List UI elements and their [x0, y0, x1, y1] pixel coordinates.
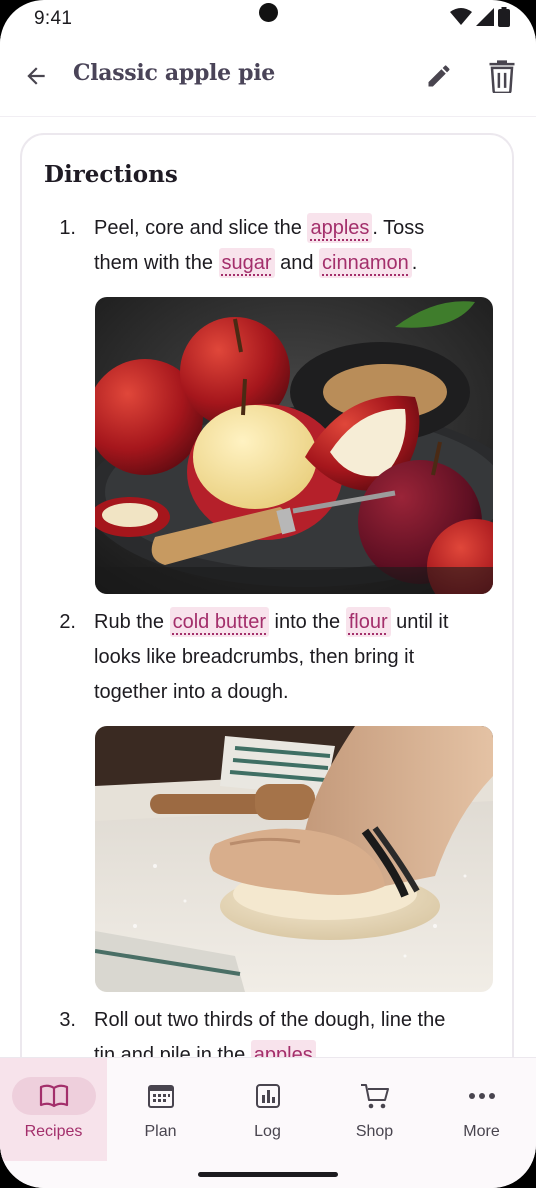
- step-number: 1.: [59, 217, 76, 239]
- book-icon: [39, 1084, 68, 1108]
- ingredient-link-flour[interactable]: flour: [345, 607, 391, 637]
- back-button[interactable]: [14, 54, 58, 98]
- arrow-back-icon: [27, 67, 45, 85]
- status-time: 9:41: [34, 8, 73, 29]
- battery-icon: [498, 7, 510, 27]
- app-bar-divider: [0, 116, 536, 117]
- nav-item-more[interactable]: More: [428, 1058, 535, 1161]
- step-line: Roll out two thirds of the dough, line t…: [94, 1003, 445, 1038]
- cart-icon: [360, 1084, 389, 1109]
- nav-item-shop[interactable]: Shop: [321, 1058, 428, 1161]
- step-text: looks like breadcrumbs, then bring it: [94, 646, 415, 668]
- more-icon: [468, 1093, 495, 1099]
- step-line: together into a dough.: [94, 675, 289, 710]
- step-text: together into a dough.: [94, 681, 289, 703]
- nav-label: Shop: [355, 1123, 394, 1140]
- nav-indicator: [333, 1077, 417, 1115]
- nav-label: Log: [254, 1123, 281, 1140]
- dough-photo: [95, 726, 493, 992]
- nav-item-plan[interactable]: Plan: [107, 1058, 214, 1161]
- calendar-icon: [147, 1085, 174, 1108]
- ingredient-link-sugar[interactable]: sugar: [218, 248, 275, 278]
- home-indicator[interactable]: [198, 1172, 338, 1177]
- step-text: and: [274, 252, 320, 274]
- step-text: .: [411, 252, 418, 274]
- nav-indicator: [440, 1077, 524, 1115]
- step-text: Peel, core and slice the: [94, 217, 308, 239]
- trash-icon: [489, 60, 515, 93]
- app-bar: Classic apple pie: [0, 36, 536, 116]
- delete-button[interactable]: [480, 54, 524, 98]
- nav-item-log[interactable]: Log: [214, 1058, 321, 1161]
- camera-cutout: [259, 3, 278, 22]
- status-bar: 9:41: [0, 0, 536, 36]
- edit-button[interactable]: [417, 54, 461, 98]
- step-text: them with the: [94, 252, 219, 274]
- chart-icon: [255, 1084, 280, 1108]
- step-text: Roll out two thirds of the dough, line t…: [94, 1009, 446, 1031]
- step-text: . Toss: [372, 217, 425, 239]
- nav-indicator: [119, 1077, 203, 1115]
- signal-icon: [476, 8, 494, 26]
- nav-label: Plan: [144, 1123, 177, 1140]
- directions-card: Directions 1. Peel, core and slice the a…: [20, 133, 514, 1093]
- wifi-icon: [450, 8, 472, 25]
- page-title: Classic apple pie: [73, 60, 275, 86]
- nav-indicator: [226, 1077, 310, 1115]
- nav-indicator: [11, 1077, 96, 1115]
- step-number: 3.: [59, 1009, 76, 1031]
- step-text: Rub the: [94, 611, 170, 633]
- nav-item-recipes[interactable]: Recipes: [0, 1058, 107, 1161]
- apples-photo: [95, 297, 493, 594]
- nav-label: Recipes: [24, 1123, 83, 1140]
- directions-heading: Directions: [44, 161, 178, 188]
- step-text: into the: [269, 611, 346, 633]
- pencil-icon: [428, 65, 450, 87]
- step-text: until it: [390, 611, 449, 633]
- step-line: them with the sugar and cinnamon.: [94, 246, 417, 281]
- ingredient-link-cold-butter[interactable]: cold butter: [169, 607, 269, 637]
- bottom-navigation: Recipes Plan Log Shop More: [0, 1057, 536, 1188]
- status-icons: [450, 6, 510, 28]
- step-number: 2.: [59, 611, 76, 633]
- step-line: Peel, core and slice the apples. Toss: [94, 211, 424, 246]
- step-line: looks like breadcrumbs, then bring it: [94, 640, 414, 675]
- ingredient-link-apples[interactable]: apples: [307, 213, 373, 243]
- nav-label: More: [463, 1123, 500, 1140]
- ingredient-link-cinnamon[interactable]: cinnamon: [319, 248, 412, 278]
- step-line: Rub the cold butter into the flour until…: [94, 605, 448, 640]
- phone-screen: 9:41 Classic apple pie Directions 1. Pee…: [0, 0, 536, 1188]
